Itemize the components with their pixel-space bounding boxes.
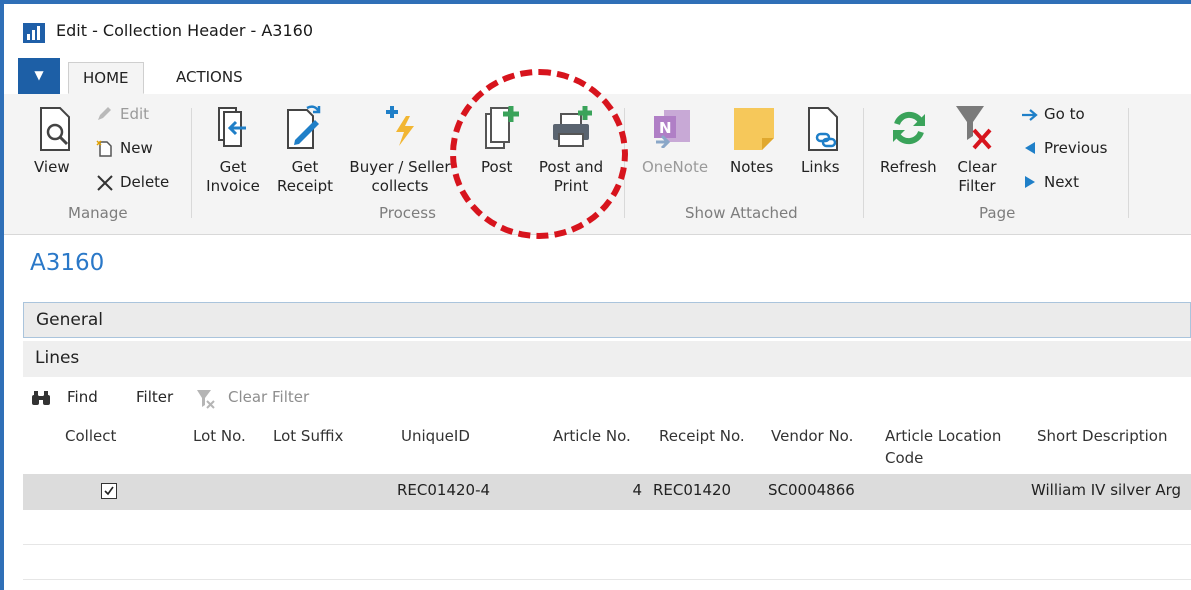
cell-receipt-no[interactable]: REC01420 [653,481,731,499]
get-receipt-label-line2: Receipt [276,177,334,195]
links-button[interactable]: Links [801,158,840,177]
clear-filter-small-icon [196,389,216,413]
clear-filter-link[interactable]: Clear Filter [228,388,309,406]
binoculars-icon [31,390,51,410]
get-receipt-button[interactable]: Get Receipt [274,158,336,196]
next-arrow-icon [1023,175,1037,193]
get-invoice-icon [216,106,248,154]
cell-vendor-no[interactable]: SC0004866 [768,481,855,499]
notes-icon [732,106,776,156]
refresh-button[interactable]: Refresh [880,158,937,177]
edit-pencil-icon [96,106,112,126]
empty-row-divider [23,579,1191,580]
view-button[interactable]: View [34,158,70,177]
svg-text:N: N [659,119,672,137]
buyer-seller-collects-icon [384,104,418,152]
app-logo-icon [23,23,45,43]
clear-filter-label-line2: Filter [958,177,996,195]
onenote-icon: N [652,108,692,152]
refresh-icon [889,108,929,152]
view-icon [38,106,72,156]
clear-filter-icon [954,104,994,156]
ribbon-separator [863,108,864,218]
column-header-short-description[interactable]: Short Description [1037,425,1167,447]
column-header-unique-id[interactable]: UniqueID [401,425,470,447]
column-header-article-location-code[interactable]: Article Location Code [885,425,1001,469]
column-header-article-no[interactable]: Article No. [553,425,631,447]
collect-checkbox[interactable] [101,483,117,499]
table-row[interactable] [23,474,1191,510]
buyer-seller-label-line2: collects [371,177,429,195]
buyer-seller-label-line1: Buyer / Seller [349,158,451,176]
column-header-lot-suffix[interactable]: Lot Suffix [273,425,343,447]
notes-button[interactable]: Notes [730,158,773,177]
new-document-icon [96,139,114,161]
column-header-vendor-no[interactable]: Vendor No. [771,425,853,447]
filter-button[interactable]: Filter [136,388,173,406]
get-receipt-icon [285,104,323,154]
group-label-show-attached: Show Attached [685,204,798,222]
group-label-page: Page [979,204,1016,222]
links-icon [806,106,840,156]
onenote-button[interactable]: OneNote [642,158,708,177]
empty-row-divider [23,544,1191,545]
column-header-receipt-no[interactable]: Receipt No. [659,425,745,447]
tab-actions[interactable]: ACTIONS [162,62,257,94]
article-location-label-line2: Code [885,449,924,467]
cell-unique-id[interactable]: REC01420-4 [397,481,490,499]
cell-article-no[interactable]: 4 [630,481,642,499]
column-header-lot-no[interactable]: Lot No. [193,425,246,447]
get-invoice-button[interactable]: Get Invoice [206,158,260,196]
go-to-arrow-icon [1021,108,1039,126]
get-receipt-label-line1: Get [291,158,319,176]
highlight-circle-annotation [450,69,628,239]
tab-home[interactable]: HOME [68,62,144,94]
delete-button[interactable]: Delete [120,173,169,192]
buyer-seller-collects-button[interactable]: Buyer / Seller collects [345,158,455,196]
get-invoice-label-line1: Get [219,158,247,176]
new-button[interactable]: New [120,139,153,158]
find-button[interactable]: Find [67,388,98,406]
page-title: A3160 [30,250,105,276]
column-header-collect[interactable]: Collect [65,425,116,447]
ribbon-separator [1128,108,1129,218]
cell-short-description[interactable]: William IV silver Arg [1031,481,1181,499]
group-label-manage: Manage [68,204,128,222]
edit-button[interactable]: Edit [120,105,149,124]
ribbon-separator [191,108,192,218]
clear-filter-button[interactable]: Clear Filter [950,158,1004,196]
get-invoice-label-line2: Invoice [206,177,260,195]
next-button[interactable]: Next [1044,173,1079,192]
delete-x-icon [96,174,114,196]
window-title: Edit - Collection Header - A3160 [56,21,314,40]
article-location-label-line1: Article Location [885,427,1002,445]
clear-filter-label-line1: Clear [957,158,997,176]
group-label-process: Process [379,204,436,222]
previous-arrow-icon [1023,141,1037,159]
section-general[interactable]: General [23,302,1191,338]
app-menu-button[interactable]: ▼ [18,58,60,94]
previous-button[interactable]: Previous [1044,139,1107,158]
section-lines[interactable]: Lines [23,341,1191,377]
go-to-button[interactable]: Go to [1044,105,1085,124]
